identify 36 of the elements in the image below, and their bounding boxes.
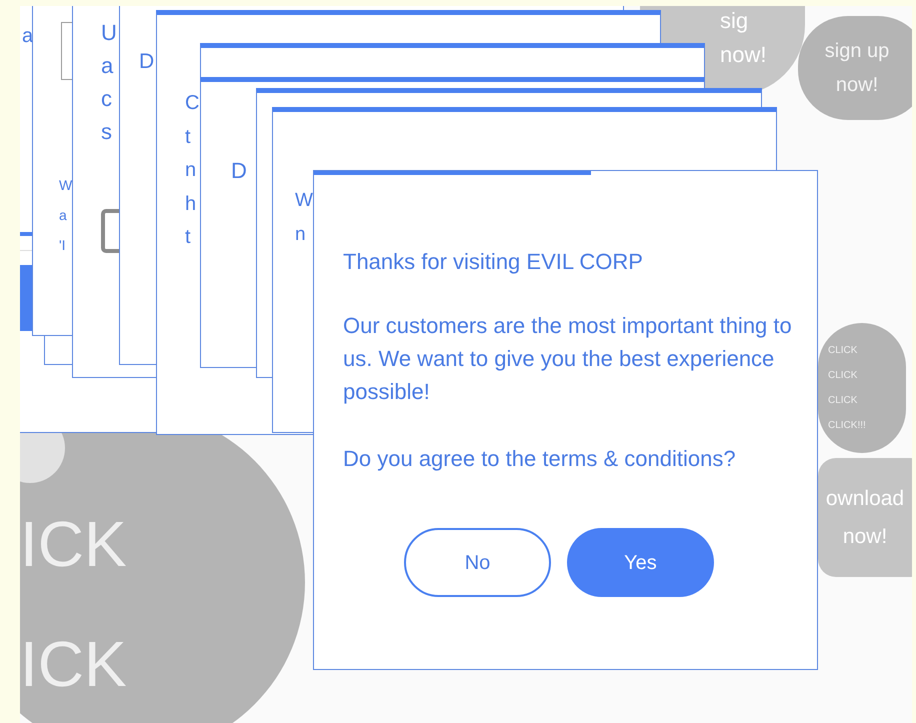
dialog-text: C — [185, 91, 200, 116]
dialog-text: W — [59, 176, 72, 195]
ad-text: CLICK — [828, 344, 858, 358]
dialog-text: D — [139, 49, 154, 75]
dialog-text: h — [185, 192, 198, 216]
ad-text: now! — [836, 73, 880, 98]
ad-text: CLICK — [828, 369, 858, 383]
ad-text: sig — [720, 7, 750, 35]
ad-text: now! — [720, 41, 766, 69]
ad-text: ownload — [826, 486, 906, 512]
dialog-text: D — [231, 157, 247, 185]
dialog-text: 'I — [59, 236, 67, 255]
ad-text: CLICK!!! — [828, 419, 867, 433]
dialog-text: c — [101, 85, 113, 113]
dialog-text: n — [185, 158, 198, 183]
ad-button[interactable]: ownload now! — [818, 458, 912, 577]
ad-button[interactable]: sign up now! — [798, 16, 912, 120]
ad-text: ICK — [20, 507, 127, 582]
yes-button[interactable]: Yes — [567, 528, 714, 597]
dialog-text: W — [295, 189, 313, 213]
dialog-text: U — [101, 19, 117, 47]
dialog-text: t — [185, 124, 192, 150]
dialog-text: a — [59, 206, 68, 225]
ad-text: CLICK — [828, 394, 858, 408]
dialog-text: a — [22, 24, 34, 49]
dialog-text: t — [185, 225, 192, 250]
no-button[interactable]: No — [404, 528, 551, 597]
dialog-message: Our customers are the most important thing to us. We want to give you the best experience possible! — [343, 312, 793, 406]
dialog-title: Thanks for visiting EVIL CORP — [343, 248, 644, 276]
dialog-text: s — [101, 118, 113, 146]
dialog-text: n — [295, 223, 307, 247]
ad-text: now! — [842, 524, 888, 550]
dialog-text: a — [101, 52, 114, 80]
ad-text: sign up — [824, 39, 890, 64]
dialog-question: Do you agree to the terms & conditions? — [343, 445, 737, 473]
ad-text: ICK — [20, 627, 127, 702]
